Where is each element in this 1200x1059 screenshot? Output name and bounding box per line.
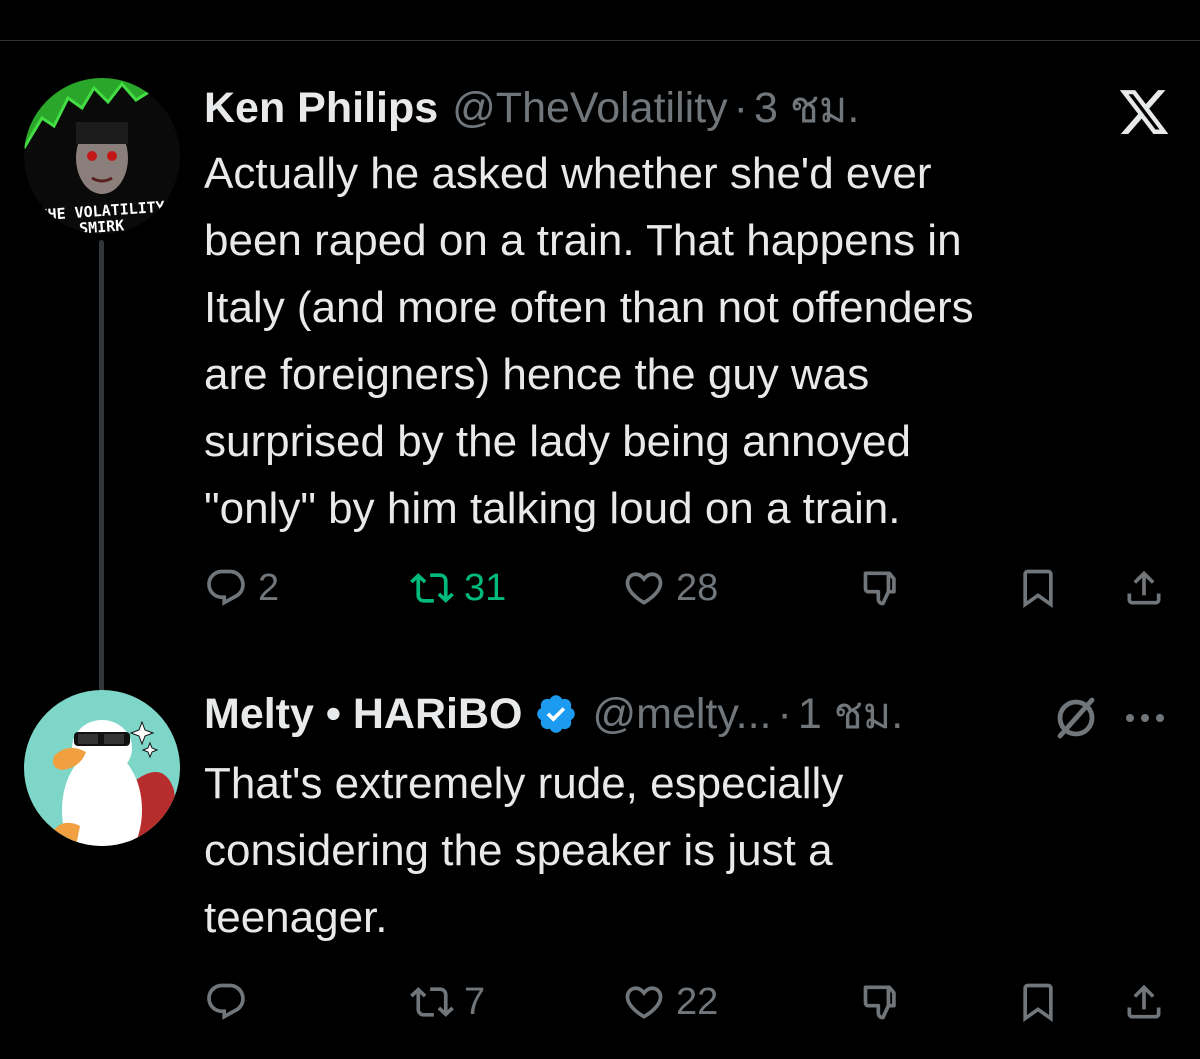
like-button[interactable]: 28 [622, 558, 718, 618]
more-icon[interactable] [1120, 698, 1170, 738]
reply-count: 2 [258, 566, 280, 609]
dislike-button[interactable] [860, 972, 904, 1032]
x-logo-icon[interactable] [1112, 80, 1176, 144]
share-icon [1127, 984, 1161, 1019]
action-bar: 7 22 [204, 972, 1184, 1032]
timestamp[interactable]: 3 ชม. [754, 78, 859, 138]
block-icon[interactable] [1050, 692, 1102, 744]
retweet-count: 7 [464, 980, 486, 1023]
bookmark-icon [1023, 569, 1053, 609]
tweet-text: Actually he asked whether she'd ever bee… [204, 149, 974, 533]
reply-button[interactable]: 2 [204, 558, 279, 618]
like-count: 22 [676, 980, 719, 1023]
timestamp[interactable]: 1 ชม. [798, 684, 903, 744]
dislike-button[interactable] [860, 558, 904, 618]
retweet-count: 31 [464, 566, 507, 609]
separator-dot: · [777, 690, 792, 738]
svg-text:SMIRK: SMIRK [79, 216, 125, 234]
avatar[interactable]: THE VOLATILITY SMIRK [24, 78, 180, 234]
top-divider [0, 40, 1200, 41]
separator-dot: · [733, 84, 748, 132]
share-button[interactable] [1122, 972, 1166, 1032]
retweet-button[interactable]: 7 [410, 972, 485, 1032]
tweet[interactable]: THE VOLATILITY SMIRK Ken Philips @TheVol… [0, 70, 1200, 748]
share-button[interactable] [1122, 558, 1166, 618]
thumbs-down-icon [863, 985, 896, 1020]
reply-icon [207, 983, 245, 1020]
bookmark-icon [1023, 983, 1053, 1023]
display-name[interactable]: Melty • HARiBO [204, 684, 522, 744]
bookmark-button[interactable] [1016, 558, 1060, 618]
handle[interactable]: @melty... [592, 684, 771, 744]
tweet-header: Ken Philips @TheVolatility · 3 ชม. [204, 78, 859, 138]
action-bar: 2 31 28 [204, 558, 1184, 618]
tweet-header: Melty • HARiBO @melty... · 1 ชม. [204, 684, 903, 744]
like-count: 28 [676, 566, 719, 609]
tweet[interactable]: Melty • HARiBO @melty... · 1 ชม. That's … [0, 680, 1200, 1059]
display-name[interactable]: Ken Philips [204, 78, 438, 138]
avatar[interactable] [24, 690, 180, 846]
like-button[interactable]: 22 [622, 972, 718, 1032]
handle[interactable]: @TheVolatility [452, 78, 728, 138]
reply-button[interactable] [204, 972, 258, 1032]
retweet-button[interactable]: 31 [410, 558, 506, 618]
bookmark-button[interactable] [1016, 972, 1060, 1032]
thread-line [99, 240, 104, 748]
tweet-text: That's extremely rude, especially consid… [204, 759, 844, 942]
retweet-icon [410, 987, 454, 1017]
thumbs-down-icon [863, 571, 896, 606]
heart-icon [625, 986, 663, 1019]
heart-icon [625, 572, 663, 605]
retweet-icon [410, 573, 454, 603]
reply-icon [207, 569, 245, 606]
share-icon [1127, 570, 1161, 605]
verified-badge-icon [534, 692, 578, 736]
